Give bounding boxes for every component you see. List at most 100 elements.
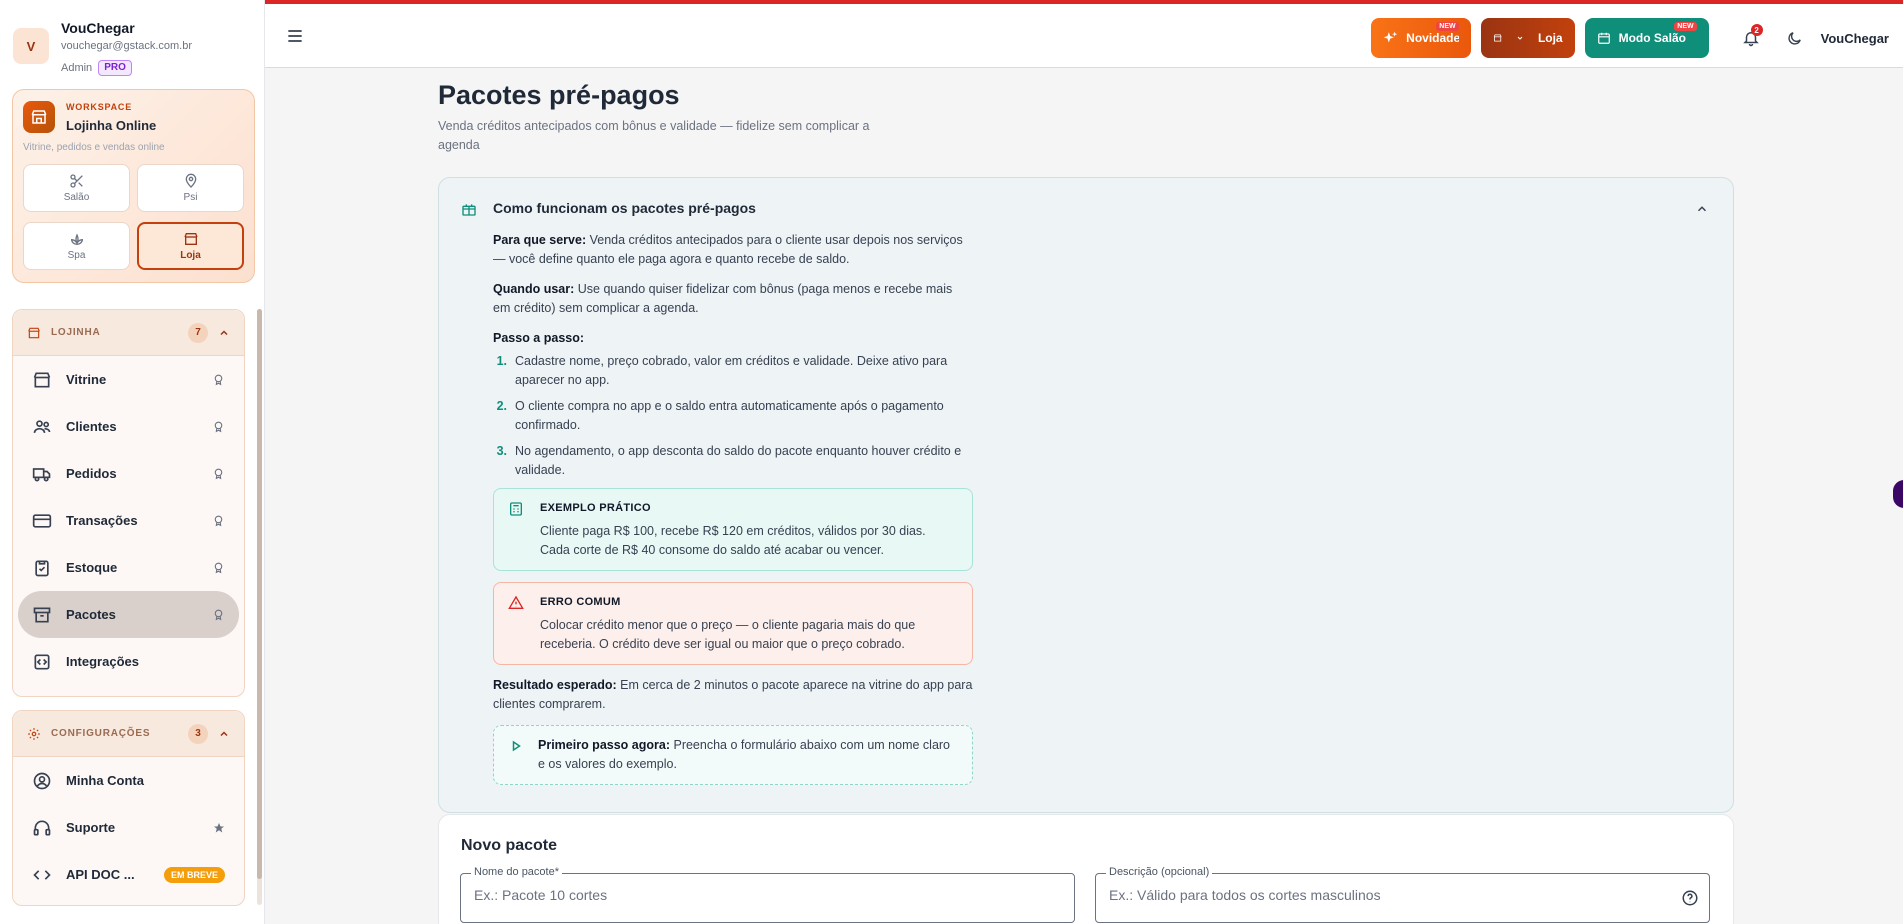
nav-group-header-lojinha[interactable]: LOJINHA 7 <box>13 310 244 356</box>
sidebar-item-transacoes[interactable]: Transações <box>18 497 239 544</box>
package-description-input[interactable] <box>1109 887 1669 903</box>
notifications-button[interactable]: 2 <box>1733 20 1769 56</box>
floating-widget-button[interactable] <box>1893 480 1903 508</box>
nav-group-header-configuracoes[interactable]: CONFIGURAÇÕES 3 <box>13 711 244 757</box>
sidebar-item-minha-conta[interactable]: Minha Conta <box>18 757 239 804</box>
step-number: 1. <box>496 354 507 368</box>
sidebar-item-label: Pacotes <box>66 607 116 622</box>
avatar: V <box>13 28 49 64</box>
workspace-tile-spa[interactable]: Spa <box>23 222 130 270</box>
help-result: Resultado esperado: Em cerca de 2 minuto… <box>493 676 973 714</box>
theme-toggle[interactable] <box>1777 20 1813 56</box>
sidebar-item-api-doc[interactable]: API DOC ... EM BREVE <box>18 851 239 898</box>
sidebar-item-clientes[interactable]: Clientes <box>18 403 239 450</box>
package-description-field[interactable]: Descrição (opcional) <box>1095 866 1710 923</box>
list-item: 3. No agendamento, o app desconta do sald… <box>493 442 973 480</box>
soon-badge: EM BREVE <box>163 866 225 883</box>
gift-box-icon <box>462 204 476 216</box>
help-card: Como funcionam os pacotes pré-pagos Para… <box>438 177 1734 813</box>
sidebar-item-label: Transações <box>66 513 138 528</box>
help-when: Quando usar: Use quando quiser fidelizar… <box>493 280 973 318</box>
nav-group-count: 3 <box>188 723 208 744</box>
medal-icon <box>214 609 223 621</box>
store-icon <box>183 233 198 245</box>
steps-list: 1. Cadastre nome, preço cobrado, valor em… <box>493 352 973 480</box>
first-step-label: Primeiro passo agora: <box>538 738 670 752</box>
package-name-field[interactable]: Nome do pacote* <box>460 866 1075 923</box>
user-name: VouChegar <box>61 20 135 36</box>
user-circle-icon <box>33 772 51 789</box>
step-text: Cadastre nome, preço cobrado, valor em c… <box>515 354 948 387</box>
sidebar-item-suporte[interactable]: Suporte <box>18 804 239 851</box>
workspace-title: Lojinha Online <box>66 118 157 133</box>
sidebar-item-estoque[interactable]: Estoque <box>18 544 239 591</box>
scrollbar-thumb[interactable] <box>257 309 262 879</box>
purpose-label: Para que serve: <box>493 233 587 247</box>
salon-mode-button[interactable]: Modo Salão NEW <box>1584 18 1709 58</box>
scissors-icon <box>69 174 83 188</box>
code-icon <box>33 869 51 880</box>
workspace-subtitle: Vitrine, pedidos e vendas online <box>23 142 165 153</box>
sidebar-item-label: Estoque <box>66 560 118 575</box>
chevron-down-icon <box>1517 36 1523 40</box>
sidebar-scrollbar[interactable] <box>257 309 262 905</box>
store-mode-button[interactable]: Loja <box>1480 18 1575 58</box>
news-button[interactable]: Novidades NEW <box>1370 18 1471 58</box>
user-email: vouchegar@gstack.com.br <box>61 40 193 52</box>
medal-icon <box>214 562 223 574</box>
nav-group-count: 7 <box>188 322 208 343</box>
calculator-icon <box>510 502 522 516</box>
headset-icon <box>33 820 51 835</box>
sidebar-item-label: Clientes <box>66 419 117 434</box>
topbar-user-name[interactable]: VouChegar <box>1821 31 1889 46</box>
list-item: 2. O cliente compra no app e o saldo entr… <box>493 397 973 435</box>
sidebar: V VouChegar vouchegar@gstack.com.br Admi… <box>0 0 265 924</box>
map-pin-icon <box>185 173 196 188</box>
sidebar-item-label: API DOC ... <box>66 867 135 882</box>
page-title: Pacotes pré-pagos <box>438 80 680 110</box>
medal-icon <box>214 515 223 527</box>
sidebar-item-pacotes[interactable]: Pacotes <box>18 591 239 638</box>
user-role: Admin PRO <box>61 60 132 76</box>
step-number: 2. <box>496 399 507 413</box>
tile-label: Loja <box>180 250 201 261</box>
user-profile[interactable]: V VouChegar vouchegar@gstack.com.br Admi… <box>13 18 253 80</box>
gear-icon <box>28 727 40 740</box>
workspace-tile-psi[interactable]: Psi <box>137 164 244 212</box>
chevron-up-icon[interactable] <box>218 327 230 339</box>
field-label: Nome do pacote* <box>471 866 562 878</box>
archive-box-icon <box>33 607 51 622</box>
sidebar-item-integracoes[interactable]: Integrações <box>18 638 239 685</box>
medal-icon <box>214 374 223 386</box>
calendar-icon <box>1597 32 1610 44</box>
new-package-form: Novo pacote Nome do pacote* Descrição (o… <box>438 814 1734 924</box>
moon-icon <box>1788 31 1801 45</box>
help-circle-icon[interactable] <box>1681 889 1699 907</box>
sidebar-item-vitrine[interactable]: Vitrine <box>18 356 239 403</box>
package-name-input[interactable] <box>474 887 1034 903</box>
example-box: EXEMPLO PRÁTICO Cliente paga R$ 100, rec… <box>493 488 973 571</box>
workspace-tile-loja[interactable]: Loja <box>137 222 244 270</box>
page-subtitle: Venda créditos antecipados com bônus e v… <box>438 119 870 152</box>
new-tag: NEW <box>1674 22 1697 31</box>
menu-button[interactable] <box>285 26 309 50</box>
store-icon <box>23 101 55 133</box>
sidebar-item-label: Integrações <box>66 654 139 669</box>
workspace-tile-salao[interactable]: Salão <box>23 164 130 212</box>
nav-group-configuracoes: CONFIGURAÇÕES 3 Minha Conta Suporte API … <box>12 710 245 906</box>
sidebar-item-pedidos[interactable]: Pedidos <box>18 450 239 497</box>
clipboard-check-icon <box>35 560 49 576</box>
tile-label: Psi <box>183 192 198 203</box>
help-steps-title: Passo a passo: <box>493 329 973 348</box>
notification-count: 2 <box>1750 24 1763 36</box>
pro-badge: PRO <box>98 60 132 76</box>
sparkles-icon <box>1383 31 1397 43</box>
chevron-up-icon[interactable] <box>218 728 230 740</box>
chevron-up-icon[interactable] <box>1695 202 1709 216</box>
help-title: Como funcionam os pacotes pré-pagos <box>493 200 756 216</box>
sidebar-nav: LOJINHA 7 Vitrine Clientes Pedidos Trans… <box>12 309 247 914</box>
step-text: O cliente compra no app e o saldo entra … <box>515 399 944 432</box>
users-icon <box>33 419 51 433</box>
role-label: Admin <box>61 62 93 74</box>
steps-label: Passo a passo: <box>493 331 585 345</box>
